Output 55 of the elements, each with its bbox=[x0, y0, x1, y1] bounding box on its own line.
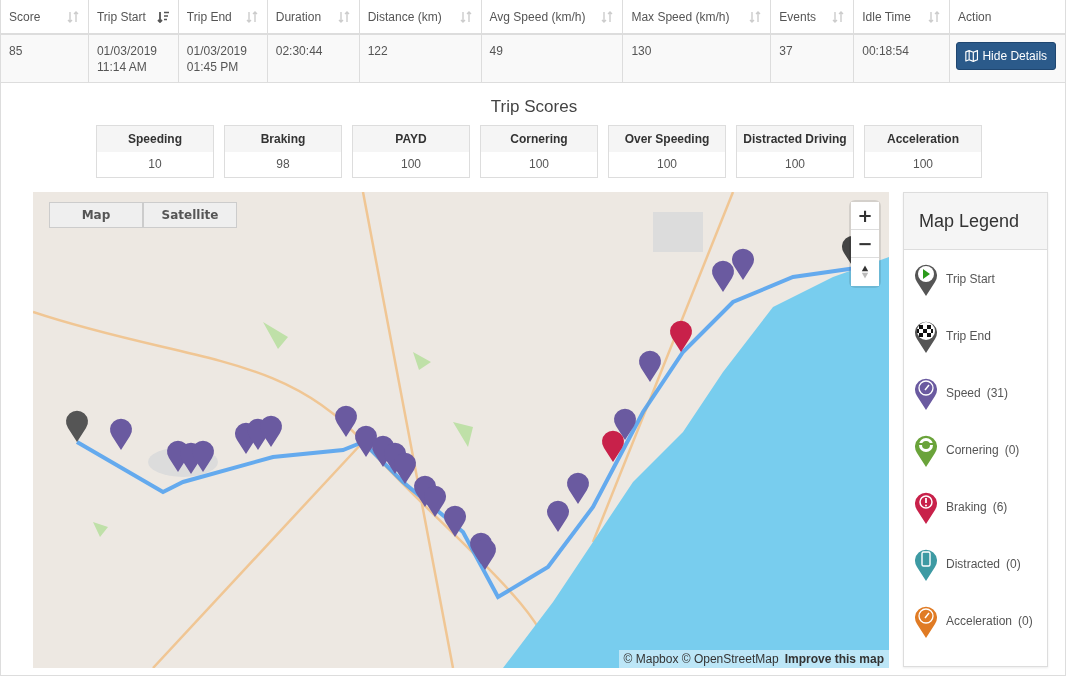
legend-label: Distracted bbox=[946, 556, 1001, 571]
table-cell: 00:18:54 bbox=[862, 44, 909, 58]
column-header[interactable]: Max Speed (km/h) bbox=[623, 0, 772, 33]
table-cell: 37 bbox=[779, 44, 793, 58]
table-cell: 02:30:44 bbox=[275, 44, 323, 58]
legend-count: (31) bbox=[986, 385, 1009, 400]
legend-label: Speed bbox=[946, 385, 981, 400]
score-label: Acceleration bbox=[865, 126, 981, 152]
hide-details-button[interactable]: Hide Details bbox=[956, 42, 1057, 70]
table-cell: 49 bbox=[489, 44, 503, 58]
score-value: 10 bbox=[147, 156, 163, 173]
legend-count: (0) bbox=[1004, 442, 1020, 457]
column-header[interactable]: Trip Start bbox=[88, 0, 179, 33]
score-value: 100 bbox=[784, 156, 806, 173]
legend-title: Map Legend bbox=[919, 210, 1020, 232]
score-label: Cornering bbox=[481, 126, 597, 152]
legend-label: Braking bbox=[946, 499, 987, 514]
score-label: PAYD bbox=[353, 126, 469, 152]
legend-count: (0) bbox=[1006, 556, 1021, 571]
table-cell: 130 bbox=[631, 44, 652, 58]
legend-label: Cornering bbox=[946, 442, 999, 457]
table-cell: 01/03/2019 01:45 PM bbox=[186, 44, 247, 74]
legend-count: (6) bbox=[992, 499, 1008, 514]
score-value: 98 bbox=[275, 156, 291, 173]
section-title: Trip Scores bbox=[489, 97, 579, 117]
map-icon bbox=[965, 50, 979, 62]
column-header: Action bbox=[957, 8, 993, 26]
improve-map-link[interactable]: Improve this map bbox=[784, 652, 884, 666]
table-cell: 85 bbox=[9, 44, 23, 58]
column-header[interactable]: Avg Speed (km/h) bbox=[481, 0, 624, 33]
column-header[interactable]: Events bbox=[771, 0, 855, 33]
map-type-tab[interactable]: Satellite bbox=[143, 202, 237, 228]
legend-label: Acceleration bbox=[946, 613, 1013, 628]
score-value: 100 bbox=[912, 156, 934, 173]
score-label: Over Speeding bbox=[609, 126, 725, 152]
legend-label: Trip Start bbox=[946, 271, 995, 286]
score-label: Speeding bbox=[97, 126, 213, 152]
attribution-text: © Mapbox © OpenStreetMap bbox=[623, 652, 779, 666]
column-header[interactable]: Score bbox=[1, 0, 89, 33]
score-value: 100 bbox=[528, 156, 550, 173]
table-cell: 01/03/2019 11:14 AM bbox=[96, 44, 157, 74]
table-cell: 122 bbox=[367, 44, 388, 58]
compass-icon bbox=[861, 265, 869, 279]
column-header[interactable]: Idle Time bbox=[854, 0, 951, 33]
column-header[interactable]: Distance (km) bbox=[359, 0, 482, 33]
column-header[interactable]: Trip End bbox=[178, 0, 268, 33]
score-label: Braking bbox=[225, 126, 341, 152]
map-type-tab[interactable]: Map bbox=[49, 202, 143, 228]
column-header[interactable]: Duration bbox=[267, 0, 360, 33]
zoom-in-button[interactable]: + bbox=[851, 202, 879, 230]
score-value: 100 bbox=[656, 156, 678, 173]
score-value: 100 bbox=[400, 156, 422, 173]
score-label: Distracted Driving bbox=[737, 126, 853, 152]
legend-count: (0) bbox=[1018, 613, 1033, 628]
legend-label: Trip End bbox=[946, 328, 991, 343]
